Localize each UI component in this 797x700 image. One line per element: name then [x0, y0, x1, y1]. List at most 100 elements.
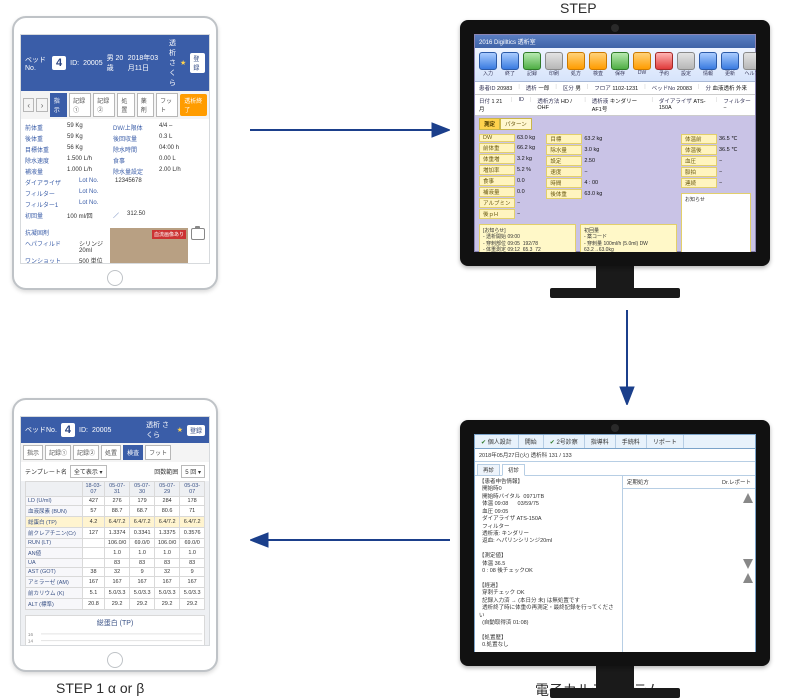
subtab-1[interactable]: 初診 [502, 464, 525, 476]
ribbon-icon [699, 52, 717, 70]
ribbon-item-設定[interactable]: 設定 [677, 52, 695, 77]
ribbon-item-終了[interactable]: 終了 [501, 52, 519, 77]
tab-foot[interactable]: フット [156, 93, 178, 117]
emr-side-panel: 定期処方 Dr.レポート [623, 476, 755, 652]
ribbon-item-印刷[interactable]: 印刷 [545, 52, 563, 77]
emr-tab-3[interactable]: 指導料 [585, 435, 616, 448]
tab-kiroku2[interactable]: 記録② [93, 93, 115, 117]
ribbon-icon [567, 52, 585, 70]
wound-photo-thumb[interactable]: 血流画像あり 縫刺を行う 2017-09-27 [110, 228, 188, 264]
dialysis-desktop-window: 2016 Digilltics 透析室 入力終了記録印刷処方検査保存DW予約設定… [474, 34, 756, 252]
ribbon-item-更新[interactable]: 更新 [721, 52, 739, 77]
tablet-home-button[interactable] [107, 270, 123, 286]
window-titlebar: 2016 Digilltics 透析室 [475, 35, 755, 48]
note-box-3: お知らせ [681, 193, 751, 252]
patient-id: 20005 [92, 427, 111, 434]
ribbon-item-DW[interactable]: DW [633, 52, 651, 77]
tab-shiji[interactable]: 指示 [50, 93, 67, 117]
template-select[interactable]: 全て表示 ▾ [70, 465, 107, 478]
tablet-bottom-left: ベッドNo. 4 ID: 20005 透析 さくら ★ 登録 指示 記録① 記録… [12, 398, 218, 672]
scroll-mid-down-icon[interactable] [743, 559, 753, 569]
ribbon-icon [677, 52, 695, 70]
ribbon-icon [633, 52, 651, 70]
side-header-right: Dr.レポート [722, 478, 751, 486]
ribbon-item-記録[interactable]: 記録 [523, 52, 541, 77]
chart-title: 総蛋白 (TP) [25, 615, 205, 630]
emr-tab-4[interactable]: 手続料 [616, 435, 647, 448]
camera-icon[interactable] [191, 228, 205, 240]
subtab-0[interactable]: 再診 [477, 464, 500, 475]
patient-name: 透析 さくら [146, 420, 173, 440]
tablet2-controls: テンプレート名 全て表示 ▾ 回数範囲 5 回 ▾ [21, 462, 209, 481]
tab-shiji[interactable]: 指示 [23, 445, 43, 460]
ribbon-item-ヘルプ[interactable]: ヘルプ [743, 52, 756, 77]
ribbon-item-予約[interactable]: 予約 [655, 52, 673, 77]
ribbon-icon [655, 52, 673, 70]
tab-kiroku2[interactable]: 記録② [73, 445, 99, 460]
patient-id-label: ID: [79, 427, 88, 434]
arrow-down-icon [612, 310, 642, 405]
tablet2-tabbar: 指示 記録① 記録② 処置 検査 フット [21, 443, 209, 462]
ribbon-icon [523, 52, 541, 70]
tablet1-fields: 前体重59 KgDW/上限体4/4 –後体重59 Kg後回収量0.3 L目標体重… [21, 119, 209, 226]
mode-tab-measure[interactable]: 測定 [479, 118, 500, 130]
emr-window: 個人設計 開始 2号診察 指導料 手続料 リポート 2018年05月27日(火)… [474, 434, 756, 652]
mode-tab-pattern[interactable]: パターン [500, 118, 532, 130]
emr-tab-0[interactable]: 個人設計 [475, 435, 519, 448]
tablet-home-button[interactable] [107, 652, 123, 668]
tab-kensa[interactable]: 検査 [123, 445, 143, 460]
ribbon-icon [501, 52, 519, 70]
record-date: 2018年03月11日 [128, 53, 165, 73]
bed-label: ベッドNo. [25, 55, 48, 72]
ribbon-item-処方[interactable]: 処方 [567, 52, 585, 77]
note-box-2: 初回量 - 薬コード - 穿刺量 100ml/h (5.0ml) DW 63.2… [580, 224, 677, 252]
tab-foot[interactable]: フット [145, 445, 171, 460]
arrow-left-icon [250, 525, 450, 555]
tablet1-media-row: 抗凝固剤ヘパフィルドシリンジ20mlワンショット500 単位持続注入量2000 … [21, 226, 209, 264]
nav-prev-button[interactable]: ‹ [23, 98, 34, 112]
tab-kiroku1[interactable]: 記録① [45, 445, 71, 460]
webcam-icon [611, 24, 619, 32]
ribbon-icon [611, 52, 629, 70]
webcam-icon [611, 424, 619, 432]
end-dialysis-button[interactable]: 透析終了 [180, 94, 207, 116]
range-select[interactable]: 5 回 ▾ [181, 465, 205, 478]
tab-yakuzai[interactable]: 薬剤 [137, 93, 154, 117]
register-button[interactable]: 登録 [187, 425, 205, 436]
nav-next-button[interactable]: › [36, 98, 47, 112]
emr-sub-tabs: 再診 初診 [475, 462, 755, 476]
tp-line-chart: 0246810121416 [25, 630, 205, 646]
star-icon[interactable]: ★ [180, 59, 186, 67]
ribbon-toolbar: 入力終了記録印刷処方検査保存DW予約設定情報更新ヘルプ [475, 48, 755, 82]
tab-kiroku1[interactable]: 記録① [69, 93, 91, 117]
ribbon-icon [721, 52, 739, 70]
svg-text:14: 14 [28, 639, 34, 645]
emr-note-body[interactable]: 【患者申告情報】 開始時0 開始時バイタル 0971/TB 体温 09:08 0… [475, 476, 623, 652]
tab-shochi[interactable]: 処置 [101, 445, 121, 460]
side-header-left: 定期処方 [627, 478, 649, 486]
note-box-1: [お知らせ] - 透析開始 09:00 - 穿刺部位 09:05 192/78 … [479, 224, 576, 252]
scroll-mid-up-icon[interactable] [743, 573, 753, 583]
ribbon-icon [479, 52, 497, 70]
ribbon-item-保存[interactable]: 保存 [611, 52, 629, 77]
range-label: 回数範囲 [154, 467, 178, 476]
ribbon-icon [743, 52, 756, 70]
tab-shochi[interactable]: 処置 [117, 93, 134, 117]
emr-tab-2[interactable]: 2号診察 [544, 435, 585, 448]
kv-block-temp: 体温前36.5 ℃体温後36.5 ℃血圧−脈拍−連続− [681, 134, 751, 189]
star-icon[interactable]: ★ [177, 426, 183, 434]
register-button[interactable]: 登録 [190, 53, 205, 73]
ribbon-item-情報[interactable]: 情報 [699, 52, 717, 77]
scroll-up-icon[interactable] [743, 493, 753, 503]
bed-number-badge: 4 [61, 423, 75, 437]
tablet1-header: ベッドNo. 4 ID: 20005 男 20歳 2018年03月11日 透析 … [21, 35, 209, 91]
emr-top-tabs: 個人設計 開始 2号診察 指導料 手続料 リポート [475, 435, 755, 449]
tablet1-tabbar: ‹ › 指示 記録① 記録② 処置 薬剤 フット 透析終了 [21, 91, 209, 119]
lab-results-table: 18-03-0705-07-3105-07-3005-07-2905-03-07… [25, 481, 205, 610]
emr-tab-5[interactable]: リポート [647, 435, 684, 448]
thumb-tag: 血流画像あり [152, 230, 186, 239]
ribbon-item-入力[interactable]: 入力 [479, 52, 497, 77]
patient-name: 透析 さくら [169, 38, 176, 88]
ribbon-item-検査[interactable]: 検査 [589, 52, 607, 77]
emr-tab-1[interactable]: 開始 [519, 435, 544, 448]
